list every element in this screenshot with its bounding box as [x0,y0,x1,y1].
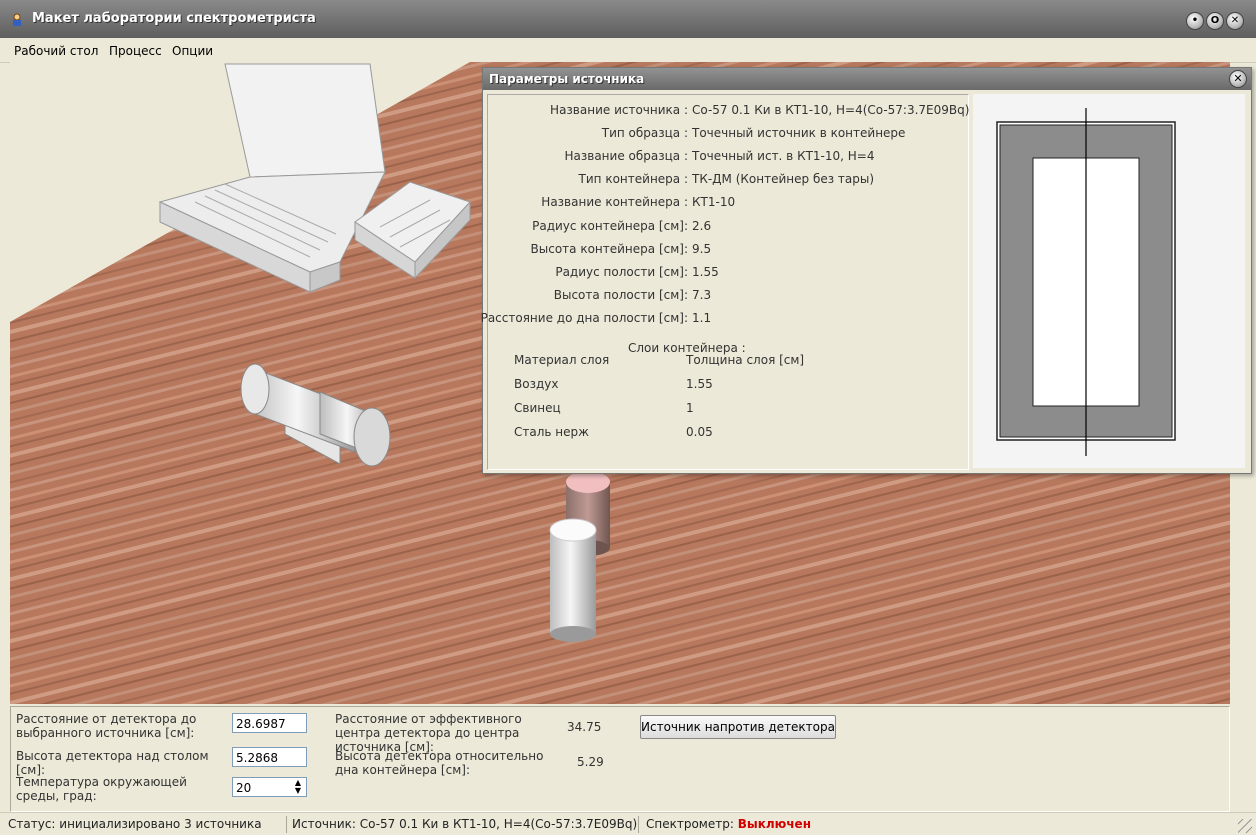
app-icon [13,13,21,26]
source-opposite-detector-button[interactable]: Источник напротив детектора [640,715,836,739]
close-button[interactable]: ✕ [1226,12,1244,30]
param-row: Высота контейнера [см]: 9.5 [530,242,712,256]
layer-material: Свинец [514,401,561,415]
param-row: Название источника : Co-57 0.1 Ки в КТ1-1… [550,103,970,117]
distance-input[interactable]: 28.6987 [232,713,307,733]
param-row: Название контейнера : КТ1-10 [541,195,736,209]
layer-thickness: 0.05 [686,425,713,439]
spectrometer-state: Выключен [737,817,811,831]
status-spectrometer: Спектрометр: Выключен [646,816,946,833]
resize-grip-icon[interactable] [1238,819,1252,833]
param-row: Название образца : Точечный ист. в КТ1-10… [564,149,875,163]
maximize-button[interactable]: O [1206,12,1224,30]
menu-bar: Рабочий стол Процесс Опции [0,38,1256,63]
menu-process[interactable]: Процесс [109,44,162,58]
container-diagram [973,94,1245,468]
spin-arrows-icon[interactable]: ▲ ▼ [291,779,305,795]
layer-thickness: 1.55 [686,377,713,391]
height-label: Высота детектора над столом [см]: [16,749,209,777]
menu-options[interactable]: Опции [172,44,213,58]
status-text: Статус: инициализировано 3 источника [8,816,287,833]
status-source: Источник: Co-57 0.1 Ки в КТ1-10, H=4(Co-… [292,816,639,833]
layers-header-thickness: Толщина слоя [см] [686,353,805,367]
eff-center-value: 34.75 [567,720,602,734]
temperature-spinner[interactable]: 20 ▲ ▼ [232,777,307,797]
source-params-panel: Параметры источника ✕ Название источника… [480,67,1252,474]
height-input[interactable]: 5.2868 [232,747,307,767]
param-row: Радиус полости [см]: 1.55 [555,265,719,279]
detector-controls: Расстояние от детектора до выбранного ис… [10,706,1230,812]
panel-titlebar: Параметры источника ✕ [483,68,1251,90]
panel-title: Параметры источника [489,72,645,86]
status-bar: Статус: инициализировано 3 источника Ист… [0,812,1256,835]
param-row: Высота полости [см]: 7.3 [553,288,712,302]
distance-label: Расстояние от детектора до выбранного ис… [16,712,197,740]
temperature-label: Температура окружающей среды, град: [16,775,187,803]
minimize-button[interactable]: • [1186,12,1204,30]
panel-close-button[interactable]: ✕ [1229,70,1247,88]
window-title: Макет лаборатории спектрометриста [32,11,316,26]
layer-material: Сталь нерж [514,425,589,439]
param-row: Тип контейнера : ТК-ДМ (Контейнер без тар… [578,172,875,186]
params-list: Название источника : Co-57 0.1 Ки в КТ1-1… [480,94,970,470]
temperature-value: 20 [236,781,252,795]
source-cylinder-white [549,518,597,642]
param-row: Тип образца : Точечный источник в контейн… [601,126,906,140]
menu-desktop[interactable]: Рабочий стол [14,44,98,58]
rel-height-value: 5.29 [577,755,604,769]
param-row: Радиус контейнера [см]: 2.6 [532,219,712,233]
eff-center-label: Расстояние от эффективного центра детект… [335,712,522,754]
spectrometer-label: Спектрометр: [646,817,734,831]
rel-height-label: Высота детектора относительно дна контей… [335,749,544,777]
layer-material: Воздух [514,377,559,391]
layers-header-material: Материал слоя [514,353,610,367]
window-titlebar: Макет лаборатории спектрометриста • O ✕ [0,0,1256,38]
layer-thickness: 1 [686,401,694,415]
param-row: Расстояние до дна полости [см]: 1.1 [480,311,712,325]
